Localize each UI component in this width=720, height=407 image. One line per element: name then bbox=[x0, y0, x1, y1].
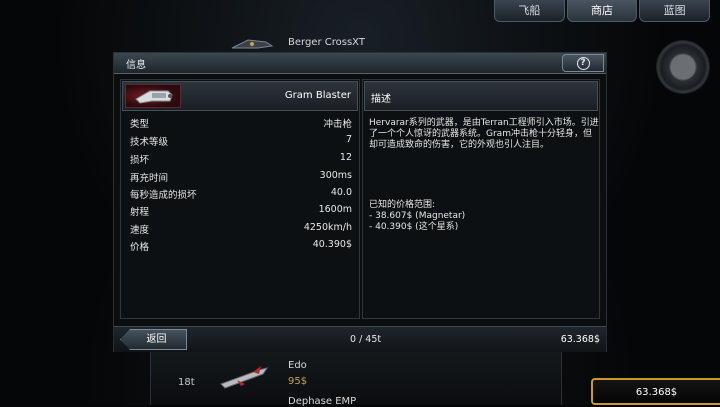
weapon-header: Gram Blaster bbox=[122, 81, 358, 111]
ship-icon bbox=[231, 39, 274, 49]
info-dialog: 信息 ? Gram Blaster 类型 冲击枪 技术等级 7 损坏 12 再充… bbox=[113, 52, 607, 352]
description-title: 描述 bbox=[371, 94, 391, 105]
background-row-name: Edo bbox=[288, 360, 307, 371]
stat-row-damage: 损坏 12 bbox=[126, 150, 362, 167]
missile-icon bbox=[220, 366, 269, 389]
stat-label: 速度 bbox=[130, 225, 150, 236]
description-panel: 描述 Hervarar系列的武器，是由Terran工程师引入市场。引进了一个个人… bbox=[362, 79, 600, 319]
background-row-count: 18t bbox=[178, 377, 195, 388]
dialog-header: 信息 ? bbox=[114, 53, 606, 74]
price-range-heading: 已知的价格范围: bbox=[369, 200, 436, 210]
price-range: 已知的价格范围: - 38.607$ (Magnetar) - 40.390$ … bbox=[369, 200, 595, 233]
stat-row-dps: 每秒造成的损坏 40.0 bbox=[126, 185, 362, 202]
stat-label: 类型 bbox=[130, 119, 150, 130]
weapon-icon bbox=[125, 84, 181, 108]
stats-panel: Gram Blaster 类型 冲击枪 技术等级 7 损坏 12 再充时间 30… bbox=[120, 79, 360, 319]
background-item-name[interactable]: Berger CrossXT bbox=[288, 37, 365, 48]
footer-credits: 63.368$ bbox=[560, 334, 600, 345]
back-button[interactable]: 返回 bbox=[120, 329, 187, 350]
stat-value: 12 bbox=[339, 152, 352, 163]
stat-label: 损坏 bbox=[130, 155, 150, 166]
stat-value: 4250km/h bbox=[303, 222, 352, 233]
description-text: Hervarar系列的武器，是由Terran工程师引入市场。引进了一个个人惊讶的… bbox=[369, 118, 599, 151]
stat-label: 射程 bbox=[130, 207, 150, 218]
credits-display: 63.368$ bbox=[591, 378, 720, 405]
stat-value: 冲击枪 bbox=[323, 119, 352, 130]
stat-label: 每秒造成的损坏 bbox=[130, 190, 197, 201]
background-next-item-name: Dephase EMP bbox=[288, 396, 357, 407]
description-header: 描述 bbox=[364, 81, 598, 111]
stat-label: 价格 bbox=[130, 242, 150, 253]
stat-value: 1600m bbox=[318, 204, 352, 215]
stat-row-range: 射程 1600m bbox=[126, 202, 362, 219]
description-body: Hervarar系列的武器，是由Terran工程师引入市场。引进了一个个人惊讶的… bbox=[369, 118, 599, 150]
top-nav: 飞船 商店 蓝图 bbox=[494, 0, 711, 22]
stat-row-type: 类型 冲击枪 bbox=[126, 114, 362, 131]
question-icon: ? bbox=[576, 56, 590, 70]
stat-label: 技术等级 bbox=[130, 137, 169, 148]
stat-value: 300ms bbox=[319, 170, 352, 181]
help-button[interactable]: ? bbox=[562, 54, 604, 72]
dialog-footer: 返回 0 / 45t 63.368$ bbox=[114, 326, 606, 352]
tab-blueprints[interactable]: 蓝图 bbox=[639, 0, 711, 22]
stat-row-tech-level: 技术等级 7 bbox=[126, 132, 362, 149]
stat-row-speed: 速度 4250km/h bbox=[126, 220, 362, 237]
stat-value: 7 bbox=[345, 134, 352, 145]
background-row-price: 95$ bbox=[288, 376, 308, 387]
weapon-name: Gram Blaster bbox=[284, 90, 351, 101]
dialog-title: 信息 bbox=[126, 60, 146, 71]
stat-row-recharge: 再充时间 300ms bbox=[126, 168, 362, 185]
stat-value: 40.390$ bbox=[312, 239, 352, 250]
price-range-line: - 38.607$ (Magnetar) bbox=[369, 211, 466, 221]
joystick-control[interactable] bbox=[656, 40, 710, 94]
tab-ships[interactable]: 飞船 bbox=[494, 0, 565, 22]
tab-shop[interactable]: 商店 bbox=[566, 0, 638, 22]
stat-value: 40.0 bbox=[330, 187, 352, 198]
stat-label: 再充时间 bbox=[130, 173, 169, 184]
price-range-line: - 40.390$ (这个星系) bbox=[369, 222, 459, 232]
cargo-capacity: 0 / 45t bbox=[350, 334, 382, 345]
stat-row-price: 价格 40.390$ bbox=[126, 237, 362, 254]
